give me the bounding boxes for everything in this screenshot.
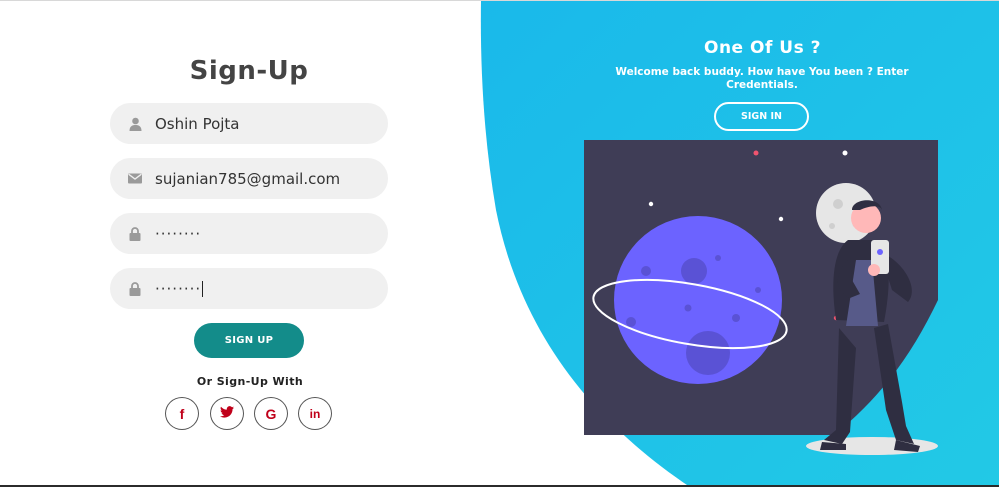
envelope-icon (128, 172, 142, 186)
name-input[interactable]: Oshin Pojta (155, 115, 240, 133)
name-field[interactable]: Oshin Pojta (110, 103, 388, 144)
twitter-icon (220, 405, 234, 423)
google-button[interactable]: G (254, 397, 288, 430)
email-input[interactable]: sujanian785@gmail.com (155, 170, 340, 188)
linkedin-icon: in (309, 406, 321, 421)
user-icon (128, 117, 142, 131)
twitter-button[interactable] (210, 397, 244, 430)
lock-icon (128, 226, 142, 241)
password-field[interactable]: ········ (110, 213, 388, 254)
email-field[interactable]: sujanian785@gmail.com (110, 158, 388, 199)
social-signup-label: Or Sign-Up With (196, 375, 304, 388)
linkedin-button[interactable]: in (298, 397, 332, 430)
signin-button[interactable]: SIGN IN (714, 102, 809, 131)
top-border (0, 0, 999, 1)
signup-button[interactable]: SIGN UP (194, 323, 304, 358)
confirm-password-field[interactable]: ········ (110, 268, 388, 309)
panel-title: One Of Us ? (704, 38, 821, 58)
password-input[interactable]: ········ (155, 225, 201, 243)
space-illustration (584, 140, 938, 455)
page-title: Sign-Up (189, 56, 309, 86)
confirm-password-input[interactable]: ········ (155, 280, 201, 298)
facebook-button[interactable]: f (165, 397, 199, 430)
lock-icon (128, 281, 142, 296)
text-cursor (202, 280, 204, 297)
panel-subtitle: Welcome back buddy. How have You been ? … (615, 66, 909, 91)
google-icon: G (265, 405, 277, 422)
facebook-icon: f (179, 405, 185, 422)
